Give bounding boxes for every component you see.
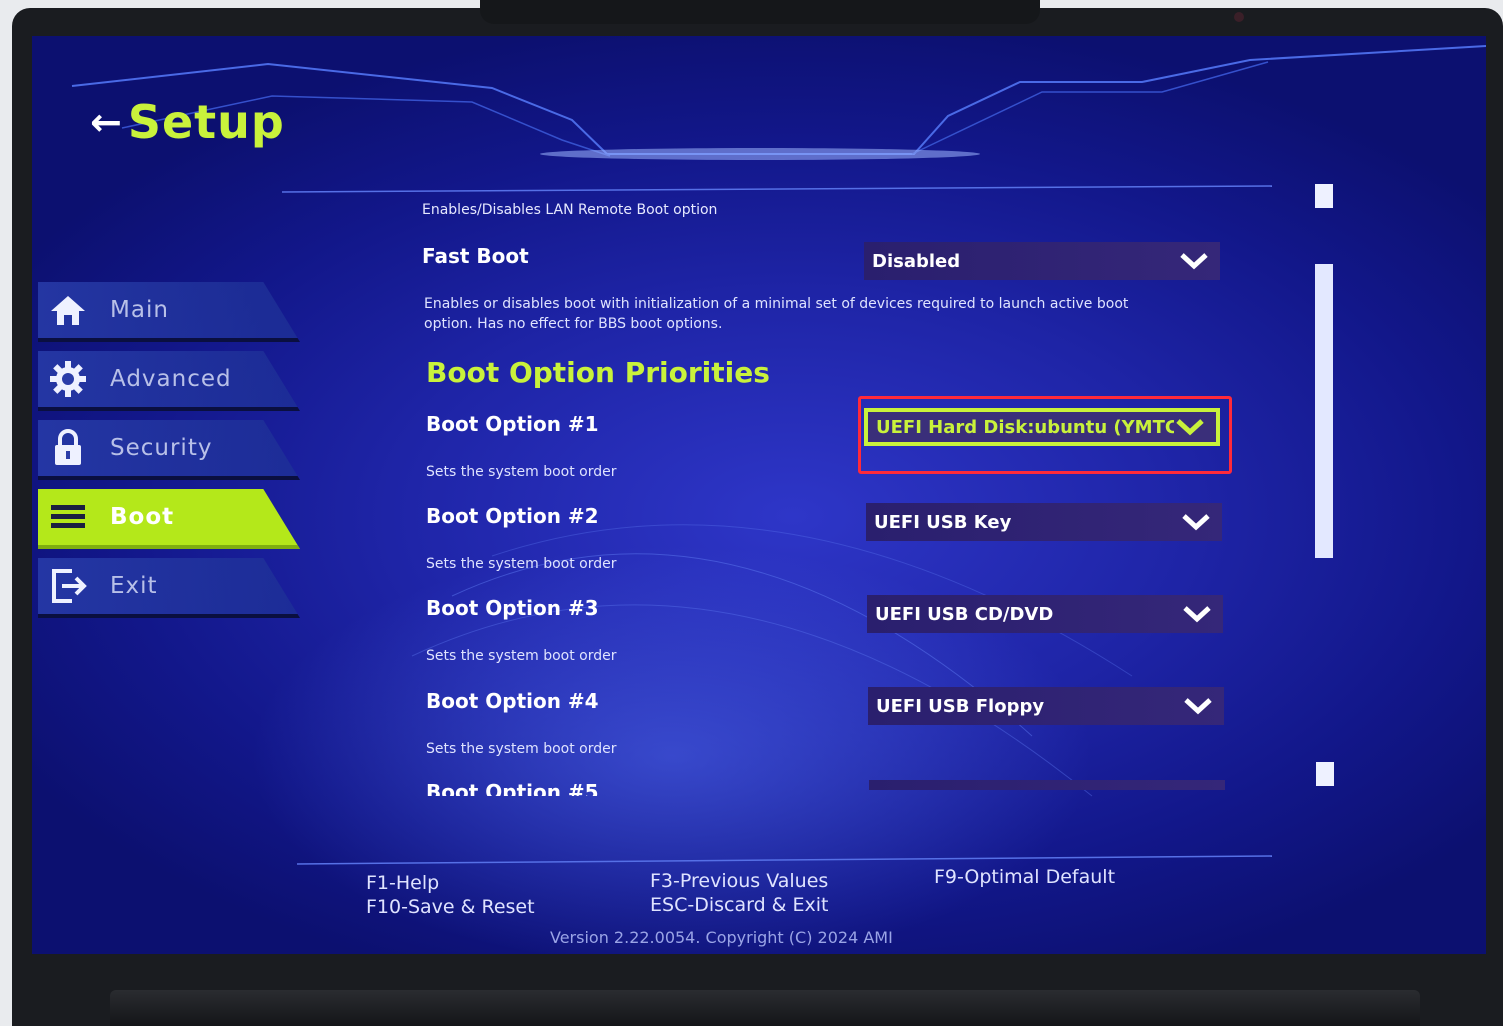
gear-icon xyxy=(44,359,92,399)
boot-option-1-value: UEFI Hard Disk:ubuntu (YMTC xyxy=(876,416,1175,438)
boot-option-3-value: UEFI USB CD/DVD xyxy=(875,603,1054,625)
chevron-down-icon xyxy=(1178,251,1210,271)
sidebar-item-label: Exit xyxy=(110,573,158,599)
fast-boot-value: Disabled xyxy=(872,250,961,272)
sidebar-item-exit[interactable]: Exit xyxy=(38,558,300,618)
boot-option-1-help: Sets the system boot order xyxy=(426,464,617,480)
page-title: Setup xyxy=(127,95,285,149)
scroll-up-marker[interactable] xyxy=(1315,184,1333,208)
scrollbar-thumb[interactable] xyxy=(1315,264,1333,558)
scroll-down-marker[interactable] xyxy=(1316,762,1334,786)
lan-boot-help-text: Enables/Disables LAN Remote Boot option xyxy=(422,202,718,218)
boot-option-5-dropdown[interactable] xyxy=(869,780,1225,790)
f10-save-reset-key[interactable]: F10-Save & Reset xyxy=(366,896,535,918)
sidebar-item-label: Security xyxy=(110,435,213,461)
menu-icon xyxy=(44,497,92,537)
chevron-down-icon xyxy=(1180,512,1212,532)
version-text: Version 2.22.0054. Copyright (C) 2024 AM… xyxy=(550,928,893,947)
esc-discard-exit-key[interactable]: ESC-Discard & Exit xyxy=(650,894,829,916)
sidebar-item-security[interactable]: Security xyxy=(38,420,300,480)
chevron-down-icon xyxy=(1174,417,1206,437)
chevron-down-icon xyxy=(1181,604,1213,624)
fast-boot-label[interactable]: Fast Boot xyxy=(422,244,529,268)
sidebar-item-advanced[interactable]: Advanced xyxy=(38,351,300,411)
boot-option-5-label[interactable]: Boot Option #5 xyxy=(426,780,599,796)
sidebar-item-label: Main xyxy=(110,297,169,323)
webcam xyxy=(1234,12,1244,22)
f1-help-key[interactable]: F1-Help xyxy=(366,872,439,894)
boot-option-4-label[interactable]: Boot Option #4 xyxy=(426,689,599,713)
lock-icon xyxy=(44,428,92,468)
laptop-hinge xyxy=(110,990,1420,1026)
fast-boot-help-line2: option. Has no effect for BBS boot optio… xyxy=(424,316,723,332)
home-icon xyxy=(44,290,92,330)
exit-icon xyxy=(44,566,92,606)
boot-option-2-value: UEFI USB Key xyxy=(874,511,1012,533)
fast-boot-dropdown[interactable]: Disabled xyxy=(864,242,1220,280)
sidebar-item-boot[interactable]: Boot xyxy=(38,489,300,549)
boot-option-3-help: Sets the system boot order xyxy=(426,648,617,664)
boot-option-2-label[interactable]: Boot Option #2 xyxy=(426,504,599,528)
boot-option-2-dropdown[interactable]: UEFI USB Key xyxy=(866,503,1222,541)
boot-option-1-label[interactable]: Boot Option #1 xyxy=(426,412,599,436)
bezel-notch xyxy=(480,0,1244,24)
boot-option-3-label[interactable]: Boot Option #3 xyxy=(426,596,599,620)
fast-boot-help-line1: Enables or disables boot with initializa… xyxy=(424,296,1129,312)
sidebar-item-label: Advanced xyxy=(110,366,232,392)
sidebar-item-main[interactable]: Main xyxy=(38,282,300,342)
boot-option-priorities-title: Boot Option Priorities xyxy=(426,356,770,389)
boot-option-3-dropdown[interactable]: UEFI USB CD/DVD xyxy=(867,595,1223,633)
boot-option-4-value: UEFI USB Floppy xyxy=(876,695,1045,717)
f3-previous-values-key[interactable]: F3-Previous Values xyxy=(650,870,828,892)
setup-title[interactable]: ← Setup xyxy=(90,92,285,152)
boot-option-2-help: Sets the system boot order xyxy=(426,556,617,572)
boot-option-4-help: Sets the system boot order xyxy=(426,741,617,757)
sidebar-nav: Main Advanced Security Boot Exit xyxy=(38,282,300,627)
bios-screen: ← Setup Main Advanced Security Boot Exit… xyxy=(32,36,1486,954)
chevron-down-icon xyxy=(1182,696,1214,716)
boot-option-4-dropdown[interactable]: UEFI USB Floppy xyxy=(868,687,1224,725)
boot-option-1-dropdown[interactable]: UEFI Hard Disk:ubuntu (YMTC xyxy=(864,408,1220,446)
back-arrow-icon[interactable]: ← xyxy=(90,103,122,141)
f9-optimal-default-key[interactable]: F9-Optimal Default xyxy=(934,866,1115,888)
sidebar-item-label: Boot xyxy=(110,504,175,530)
